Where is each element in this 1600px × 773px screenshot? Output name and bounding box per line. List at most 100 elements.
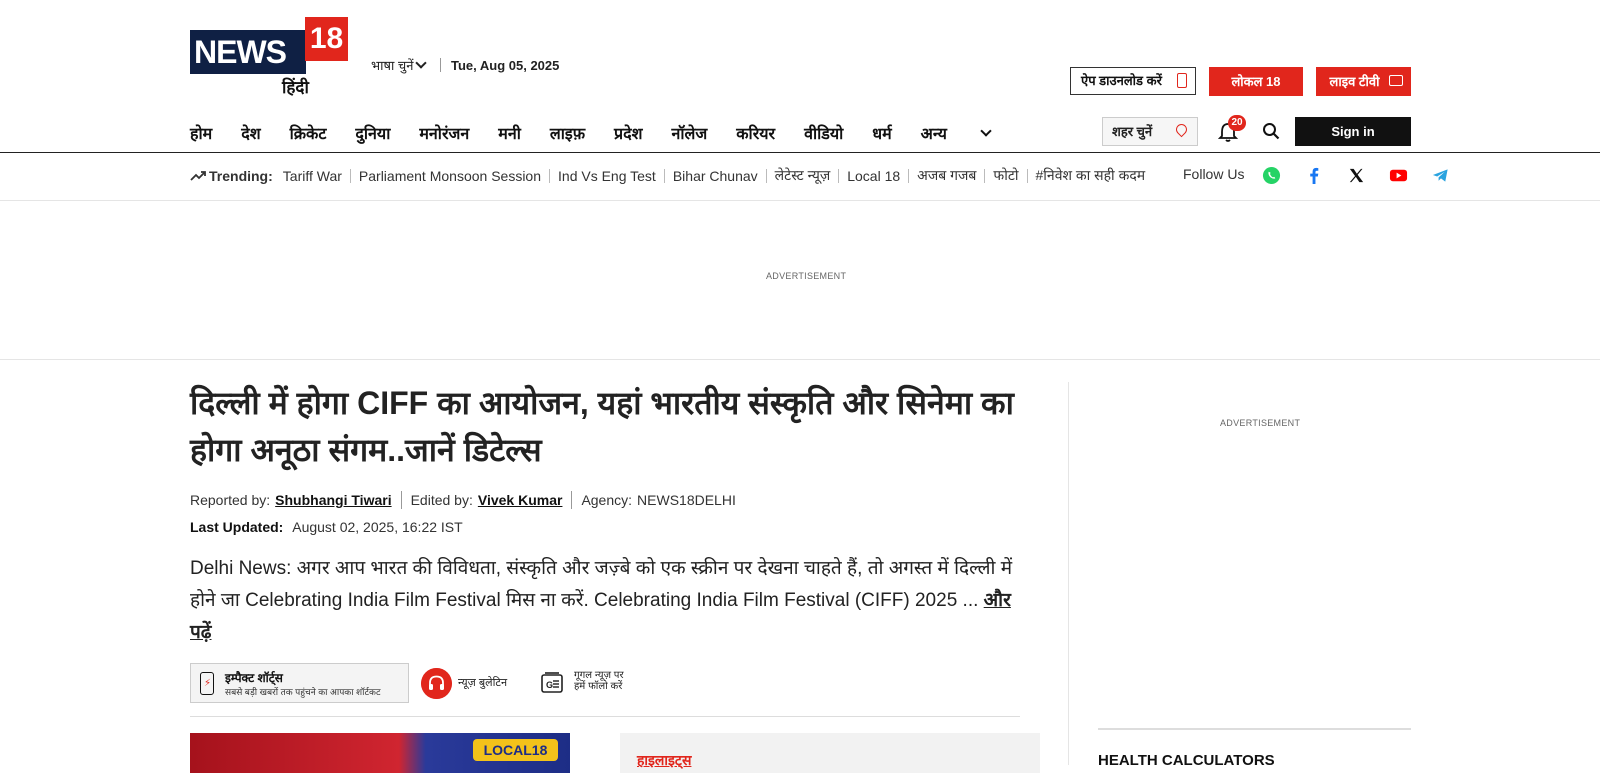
city-select-label: शहर चुनें: [1112, 124, 1153, 139]
reported-by-label: Reported by:: [190, 492, 271, 508]
trending-arrow-icon: [190, 170, 206, 181]
article-hero-image[interactable]: LOCAL18: [190, 733, 570, 773]
divider: [765, 168, 767, 183]
chevron-down-icon: [980, 125, 992, 137]
byline: Reported by: Shubhangi Tiwari Edited by:…: [190, 491, 736, 509]
divider: [984, 168, 986, 183]
logo-18-text: 18: [305, 17, 348, 61]
nav-item-home[interactable]: होम: [190, 122, 212, 144]
divider: [349, 168, 351, 183]
article-headline: दिल्ली में होगा CIFF का आयोजन, यहां भारत…: [190, 385, 1014, 468]
logo-news-text: NEWS: [190, 30, 306, 74]
last-updated-label: Last Updated:: [190, 519, 284, 535]
trending-item[interactable]: Bihar Chunav: [673, 168, 758, 184]
location-pin-icon: [1173, 121, 1190, 138]
divider: [571, 491, 573, 509]
notification-count-badge: 20: [1228, 115, 1246, 131]
editor-link[interactable]: Vivek Kumar: [478, 492, 563, 508]
trending-item[interactable]: Tariff War: [283, 168, 342, 184]
google-news-line1: गूगल न्यूज़ पर: [574, 670, 624, 681]
google-news-follow-link[interactable]: गूगल न्यूज़ पर हमें फॉलो करें: [574, 670, 624, 692]
nav-item-cricket[interactable]: क्रिकेट: [290, 122, 327, 144]
agency-label: Agency:: [581, 492, 633, 508]
highlights-box: हाइलाइट्स: [620, 733, 1040, 773]
impact-shorts-subtitle: सबसे बड़ी खबरों तक पहुंचने का आपका शॉर्ट…: [225, 687, 381, 697]
current-date: Tue, Aug 05, 2025: [451, 58, 560, 73]
facebook-icon[interactable]: [1305, 166, 1324, 185]
article-divider: [190, 716, 1020, 717]
last-updated-value: August 02, 2025, 16:22 IST: [292, 519, 463, 535]
highlights-title: हाइलाइट्स: [637, 752, 692, 768]
nav-item-life[interactable]: लाइफ़: [550, 122, 585, 144]
main-nav: होम देश क्रिकेट दुनिया मनोरंजन मनी लाइफ़…: [190, 122, 1048, 144]
live-tv-button[interactable]: लाइव टीवी: [1316, 67, 1411, 96]
city-select[interactable]: शहर चुनें: [1102, 117, 1198, 146]
trending-label: Trending:: [209, 167, 273, 184]
app-download-button[interactable]: ऐप डाउनलोड करें: [1070, 67, 1196, 95]
nav-item-anya[interactable]: अन्य: [921, 122, 1019, 144]
bolt-icon: ⚡: [204, 678, 212, 689]
reporter-link[interactable]: Shubhangi Tiwari: [275, 492, 391, 508]
divider: [908, 168, 910, 183]
nav-item-video[interactable]: वीडियो: [804, 122, 843, 144]
nav-item-anya-label: अन्य: [920, 126, 947, 143]
google-news-icon[interactable]: G: [540, 671, 564, 695]
nav-item-desh[interactable]: देश: [241, 122, 260, 144]
trending-item[interactable]: अजब गजब: [917, 166, 976, 185]
trending-item[interactable]: #निवेश का सही कदम: [1036, 166, 1146, 185]
sidebar-divider: [1098, 728, 1411, 730]
nav-item-manoranjan[interactable]: मनोरंजन: [419, 122, 469, 144]
trending-item[interactable]: फोटो: [993, 166, 1018, 185]
trending-divider: [0, 200, 1600, 201]
ad-divider: [0, 359, 1600, 360]
news18-logo[interactable]: NEWS 18 हिंदी: [190, 17, 348, 99]
advertisement-label: ADVERTISEMENT: [766, 271, 847, 281]
agency-value: NEWS18DELHI: [637, 492, 736, 508]
nav-item-career[interactable]: करियर: [736, 122, 775, 144]
app-download-label: ऐप डाउनलोड करें: [1081, 73, 1162, 88]
local18-badge: LOCAL18: [473, 739, 558, 761]
trending-item[interactable]: Ind Vs Eng Test: [558, 168, 656, 184]
nav-item-knowledge[interactable]: नॉलेज: [672, 122, 708, 144]
sidebar-advertisement-label: ADVERTISEMENT: [1220, 418, 1301, 428]
logo-hindi-text: हिंदी: [282, 78, 309, 97]
youtube-icon[interactable]: [1389, 166, 1408, 185]
follow-us-label: Follow Us: [1183, 166, 1245, 182]
trending-bar: Trending: Tariff War Parliament Monsoon …: [190, 166, 1145, 185]
x-icon[interactable]: [1347, 166, 1366, 185]
nav-item-duniya[interactable]: दुनिया: [355, 122, 390, 144]
language-select[interactable]: भाषा चुनें: [371, 56, 428, 74]
sign-in-button[interactable]: Sign in: [1295, 117, 1411, 146]
headphones-icon[interactable]: [421, 668, 452, 699]
nav-item-pradesh[interactable]: प्रदेश: [614, 122, 642, 144]
summary-text: Delhi News: अगर आप भारत की विविधता, संस्…: [190, 558, 1013, 611]
nav-item-dharm[interactable]: धर्म: [872, 122, 891, 144]
divider: [440, 58, 441, 72]
nav-item-money[interactable]: मनी: [498, 122, 521, 144]
whatsapp-icon[interactable]: [1262, 166, 1281, 185]
header-divider: [0, 152, 1600, 153]
article-summary: Delhi News: अगर आप भारत की विविधता, संस्…: [190, 553, 1020, 649]
trending-item[interactable]: Local 18: [847, 168, 900, 184]
chevron-down-icon: [415, 57, 428, 69]
telegram-icon[interactable]: [1431, 166, 1450, 185]
trending-item[interactable]: लेटेस्ट न्यूज़: [775, 166, 831, 185]
phone-download-icon: [1177, 73, 1187, 88]
last-updated: Last Updated: August 02, 2025, 16:22 IST: [190, 519, 463, 535]
news-bulletin-link[interactable]: न्यूज़ बुलेटिन: [458, 675, 507, 690]
divider: [400, 491, 402, 509]
divider: [549, 168, 551, 183]
trending-item[interactable]: Parliament Monsoon Session: [359, 168, 541, 184]
local18-button[interactable]: लोकल 18: [1209, 67, 1303, 96]
edited-by-label: Edited by:: [410, 492, 473, 508]
divider: [838, 168, 840, 183]
tv-icon: [1389, 75, 1403, 86]
divider: [663, 168, 665, 183]
svg-text:G: G: [546, 680, 553, 690]
column-divider: [1068, 382, 1069, 765]
live-tv-label: लाइव टीवी: [1329, 74, 1380, 89]
search-icon[interactable]: [1262, 122, 1280, 140]
language-select-label: भाषा चुनें: [371, 58, 414, 73]
impact-shorts-button[interactable]: ⚡ इम्पैक्ट शॉर्ट्स सबसे बड़ी खबरों तक पह…: [190, 663, 409, 703]
health-calculators-title: HEALTH CALCULATORS: [1098, 752, 1275, 769]
